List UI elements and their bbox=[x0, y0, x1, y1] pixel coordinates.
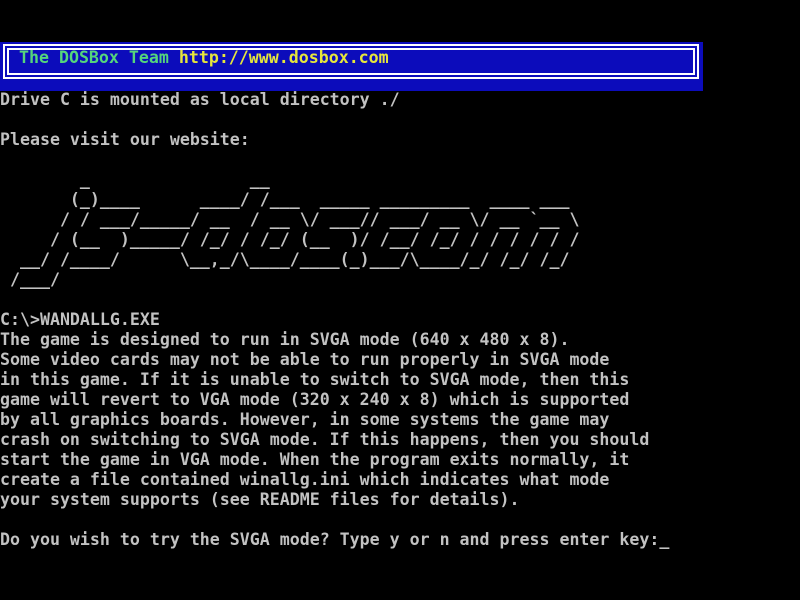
command-prompt-line: C:\>WANDALLG.EXE bbox=[0, 310, 800, 330]
svga-question-text: Do you wish to try the SVGA mode? Type y… bbox=[0, 530, 659, 549]
game-message-line: Some video cards may not be able to run … bbox=[0, 350, 800, 370]
blank-line bbox=[0, 510, 800, 530]
game-message-line: game will revert to VGA mode (320 x 240 … bbox=[0, 390, 800, 410]
blank-line bbox=[0, 110, 800, 130]
blank-line bbox=[0, 150, 800, 170]
ascii-logo-line: / (__ )_____/ /_/ / /_/ (__ )/ /__/ /_/ … bbox=[0, 230, 800, 250]
svga-question-line[interactable]: Do you wish to try the SVGA mode? Type y… bbox=[0, 530, 800, 550]
game-message-line: your system supports (see README files f… bbox=[0, 490, 800, 510]
dosbox-screen[interactable]: The DOSBox Team http://www.dosbox.com Dr… bbox=[0, 0, 800, 600]
dosbox-welcome-box: The DOSBox Team http://www.dosbox.com bbox=[0, 42, 703, 91]
ascii-logo-line: __/ /____/ \__,_/\____/____(_)___/\____/… bbox=[0, 250, 800, 270]
ascii-logo-line: /___/ bbox=[0, 270, 800, 290]
dosbox-url: http://www.dosbox.com bbox=[179, 48, 389, 67]
website-message: Please visit our website: bbox=[0, 130, 800, 150]
game-message-line: crash on switching to SVGA mode. If this… bbox=[0, 430, 800, 450]
ascii-logo-line: (_)____ ____/ /___ _____ _________ ____ … bbox=[0, 190, 800, 210]
ascii-logo-line: / / ___/_____/ __ / __ \/ ___// ___/ __ … bbox=[0, 210, 800, 230]
game-message-line: by all graphics boards. However, in some… bbox=[0, 410, 800, 430]
welcome-box-text: The DOSBox Team http://www.dosbox.com bbox=[19, 48, 389, 68]
ascii-logo-line: _ __ bbox=[0, 170, 800, 190]
game-message-line: The game is designed to run in SVGA mode… bbox=[0, 330, 800, 350]
dosbox-team-label: The DOSBox Team bbox=[19, 48, 179, 67]
blank-line bbox=[0, 290, 800, 310]
game-message-line: start the game in VGA mode. When the pro… bbox=[0, 450, 800, 470]
game-message-line: in this game. If it is unable to switch … bbox=[0, 370, 800, 390]
game-message-line: create a file contained winallg.ini whic… bbox=[0, 470, 800, 490]
text-cursor: _ bbox=[659, 530, 669, 549]
mount-message: Drive C is mounted as local directory ./ bbox=[0, 90, 800, 110]
terminal-output: Drive C is mounted as local directory ./… bbox=[0, 90, 800, 550]
